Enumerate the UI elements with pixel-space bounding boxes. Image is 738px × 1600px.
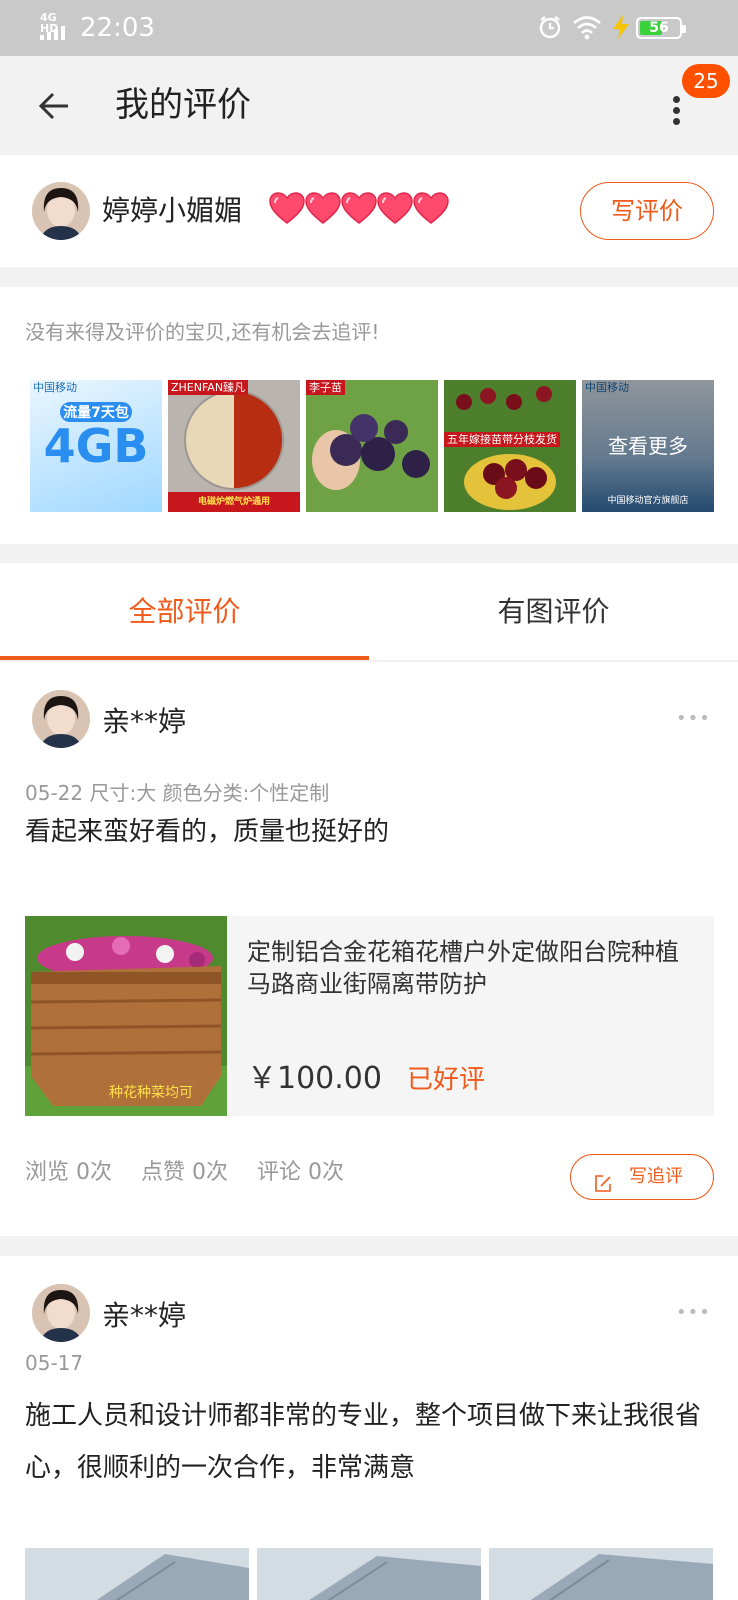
tab-photo-reviews[interactable]: 有图评价 <box>369 563 738 661</box>
review-photo[interactable] <box>489 1548 713 1600</box>
review-photo[interactable] <box>25 1548 249 1600</box>
product-card[interactable]: 种花种菜均可 定制铝合金花箱花槽户外定做阳台院种植马路商业街隔离带防护 ￥100… <box>25 916 714 1116</box>
heart-icon <box>412 191 450 229</box>
pending-thumb-cherry[interactable]: 五年嫁接苗带分枝发货 <box>444 380 576 512</box>
product-image-caption: 种花种菜均可 <box>109 1085 193 1101</box>
wifi-icon <box>572 14 602 44</box>
heart-icon <box>304 191 342 229</box>
product-name: 定制铝合金花箱花槽户外定做阳台院种植马路商业街隔离带防护 <box>247 938 679 998</box>
status-time: 22:03 <box>80 13 155 43</box>
heart-icon <box>268 191 306 229</box>
review-content: 施工人员和设计师都非常的专业，整个项目做下来让我很省心，很顺利的一次合作，非常满… <box>25 1401 702 1483</box>
status-bar: 4G HD 22:03 56 <box>0 0 738 56</box>
avatar[interactable] <box>32 182 90 240</box>
page-title: 我的评价 <box>115 85 251 125</box>
back-arrow-icon[interactable] <box>36 86 76 126</box>
reviewer-name: 亲**婷 <box>102 1299 187 1332</box>
review-meta: 05-17 <box>25 1351 84 1375</box>
see-more-label: 查看更多 <box>608 434 688 458</box>
pending-thumb-more[interactable]: 中国移动 查看更多 中国移动官方旗舰店 <box>582 380 714 512</box>
reviewer-name: 亲**婷 <box>102 705 187 738</box>
heart-icon <box>376 191 414 229</box>
pending-reviews-card: 没有来得及评价的宝贝,还有机会去追评! 中国移动 流量7天包 4GB ZHENF… <box>0 287 738 544</box>
views-count: 浏览 0次 <box>25 1160 112 1185</box>
profile-card: 婷婷小媚媚 写评价 <box>0 155 738 267</box>
write-review-button[interactable]: 写评价 <box>580 182 714 240</box>
battery-level: 56 <box>649 20 669 36</box>
review-content: 看起来蛮好看的，质量也挺好的 <box>25 817 390 847</box>
signal-icon: 4G HD <box>40 12 72 40</box>
avatar[interactable] <box>32 1284 90 1342</box>
comments-count: 评论 0次 <box>257 1160 344 1185</box>
review-card: 亲**婷 ••• 05-17 施工人员和设计师都非常的专业，整个项目做下来让我很… <box>0 1256 738 1600</box>
review-tabs: 全部评价 有图评价 <box>0 563 738 661</box>
notification-badge: 25 <box>682 64 730 98</box>
likes-count: 点赞 0次 <box>141 1160 228 1185</box>
review-card: 亲**婷 ••• 05-22 尺寸:大 颜色分类:个性定制 看起来蛮好看的，质量… <box>0 662 738 1236</box>
heart-icon <box>340 191 378 229</box>
profile-name: 婷婷小媚媚 <box>102 194 243 227</box>
write-followup-label: 写追评 <box>629 1166 683 1187</box>
battery-icon: 56 <box>636 17 686 39</box>
more-vertical-icon[interactable] <box>664 96 688 136</box>
review-photo[interactable] <box>257 1548 481 1600</box>
more-options-icon[interactable]: ••• <box>676 708 711 729</box>
pending-thumb-hotpot[interactable]: ZHENFAN臻凡 电磁炉燃气炉通用 <box>168 380 300 512</box>
pending-thumb-plum[interactable]: 李子苗 <box>306 380 438 512</box>
alarm-icon <box>537 14 563 44</box>
product-image: 种花种菜均可 <box>25 916 227 1116</box>
review-status: 已好评 <box>407 1065 486 1095</box>
pending-thumb-mobile-data[interactable]: 中国移动 流量7天包 4GB <box>30 380 162 512</box>
avatar[interactable] <box>32 690 90 748</box>
tab-all-reviews[interactable]: 全部评价 <box>0 563 369 661</box>
review-meta: 05-22 尺寸:大 颜色分类:个性定制 <box>25 781 330 805</box>
charging-icon <box>610 14 632 44</box>
edit-icon <box>593 1167 613 1211</box>
write-followup-button[interactable]: 写追评 <box>570 1154 714 1200</box>
product-price: ￥100.00 <box>247 1061 382 1096</box>
more-options-icon[interactable]: ••• <box>676 1302 711 1323</box>
review-stats: 浏览 0次 点赞 0次 评论 0次 <box>25 1156 366 1190</box>
app-bar: 我的评价 25 <box>0 56 738 154</box>
divider <box>0 660 738 661</box>
pending-hint: 没有来得及评价的宝贝,还有机会去追评! <box>25 320 380 344</box>
